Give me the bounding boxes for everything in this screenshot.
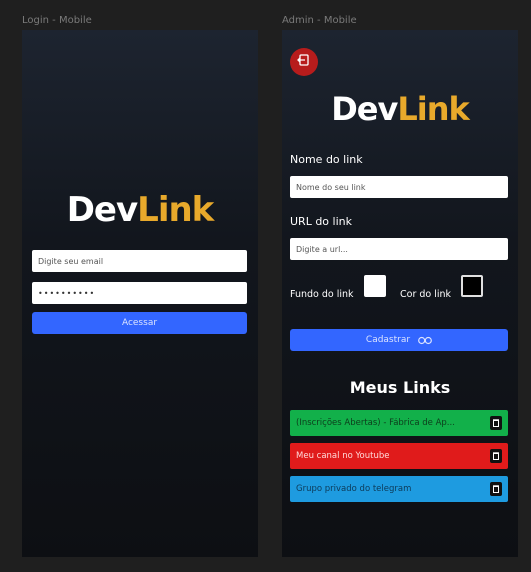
link-item[interactable]: (Inscrições Abertas) - Fábrica de Ap... xyxy=(290,410,508,436)
devlink-logo: DevLink xyxy=(282,90,518,128)
trash-icon[interactable] xyxy=(490,449,502,463)
trash-icon[interactable] xyxy=(490,482,502,496)
text-color-picker[interactable] xyxy=(461,275,483,297)
my-links-title: Meus Links xyxy=(349,378,451,397)
trash-icon[interactable] xyxy=(490,416,502,430)
bg-color-picker[interactable] xyxy=(364,275,386,297)
devlink-logo: DevLink xyxy=(22,190,258,230)
link-item[interactable]: Grupo privado do telegram xyxy=(290,476,508,502)
link-item[interactable]: Meu canal no Youtube xyxy=(290,443,508,469)
logo-link: Link xyxy=(397,90,469,128)
link-name-input[interactable]: Nome do seu link xyxy=(290,176,508,198)
login-frame-label: Login - Mobile xyxy=(22,15,92,26)
logo-dev: Dev xyxy=(66,190,138,230)
link-item-text: (Inscrições Abertas) - Fábrica de Ap... xyxy=(296,418,455,428)
login-screen: DevLink Digite seu email •••••••••• Aces… xyxy=(22,30,258,557)
logo-dev: Dev xyxy=(331,90,398,128)
logout-button[interactable] xyxy=(290,48,318,76)
register-label: Cadastrar xyxy=(365,335,411,345)
register-button[interactable]: Cadastrar xyxy=(290,329,508,351)
admin-frame-label: Admin - Mobile xyxy=(282,15,357,26)
bg-color-label: Fundo do link xyxy=(290,289,354,300)
link-item-text: Meu canal no Youtube xyxy=(296,451,390,461)
url-input[interactable]: Digite a url... xyxy=(290,238,508,260)
logout-icon xyxy=(297,53,311,72)
logo-link: Link xyxy=(137,190,214,230)
login-button[interactable]: Acessar xyxy=(32,312,247,334)
link-name-label: Nome do link xyxy=(290,153,363,166)
email-input[interactable]: Digite seu email xyxy=(32,250,247,272)
admin-screen: DevLink Nome do link Nome do seu link UR… xyxy=(282,30,518,557)
url-label: URL do link xyxy=(290,215,352,228)
text-color-label: Cor do link xyxy=(400,289,452,300)
link-item-text: Grupo privado do telegram xyxy=(296,484,412,494)
password-input[interactable]: •••••••••• xyxy=(32,282,247,304)
link-icon xyxy=(418,336,432,345)
